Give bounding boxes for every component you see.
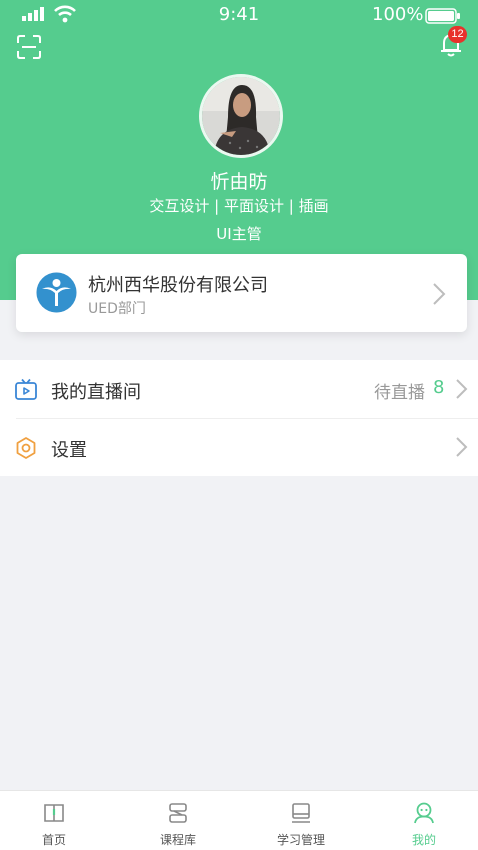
tab-bar: 首页 课程库 学习管理 我的 [0,790,478,850]
chevron-right-icon [456,437,468,457]
tab-study-management-label: 学习管理 [276,833,325,847]
settings-label: 设置 [51,440,87,461]
live-tv-icon [15,378,37,400]
menu-item-live-room[interactable]: 我的直播间 待直播 8 [0,360,478,419]
user-position: UI主管 [216,225,262,243]
live-pending-label: 待直播 [374,383,425,403]
tab-course-library[interactable]: 课程库 [118,791,238,850]
library-icon [169,803,187,823]
user-name: 忻由昉 [210,171,268,193]
company-logo-icon [36,272,77,313]
notification-badge: 12 [448,26,467,43]
tab-home[interactable]: 首页 [0,791,114,850]
tab-mine-label: 我的 [411,833,436,847]
battery-percent: 100% [372,4,424,25]
tab-study-management[interactable]: 学习管理 [241,791,361,850]
battery-icon [425,8,460,24]
book-icon [44,804,64,822]
menu-list: 我的直播间 待直播 8 设置 [0,360,478,476]
tab-home-label: 首页 [41,833,66,847]
user-icon [414,802,434,824]
study-icon [292,803,310,823]
live-pending-count: 8 [433,377,445,398]
chevron-right-icon [456,379,468,399]
scan-icon[interactable] [16,34,42,60]
company-card[interactable]: 杭州西华股份有限公司 UED部门 [16,254,467,332]
tab-mine[interactable]: 我的 [364,791,478,850]
live-room-label: 我的直播间 [51,382,141,403]
company-department: UED部门 [88,301,146,317]
user-roles: 交互设计 | 平面设计 | 插画 [149,197,329,215]
menu-item-settings[interactable]: 设置 [0,418,478,476]
chevron-right-icon [433,283,446,305]
tab-course-library-label: 课程库 [159,833,196,847]
status-bar: 9:41 100% [0,0,478,30]
avatar[interactable] [199,74,283,158]
settings-icon [16,437,36,459]
company-name: 杭州西华股份有限公司 [88,275,268,296]
